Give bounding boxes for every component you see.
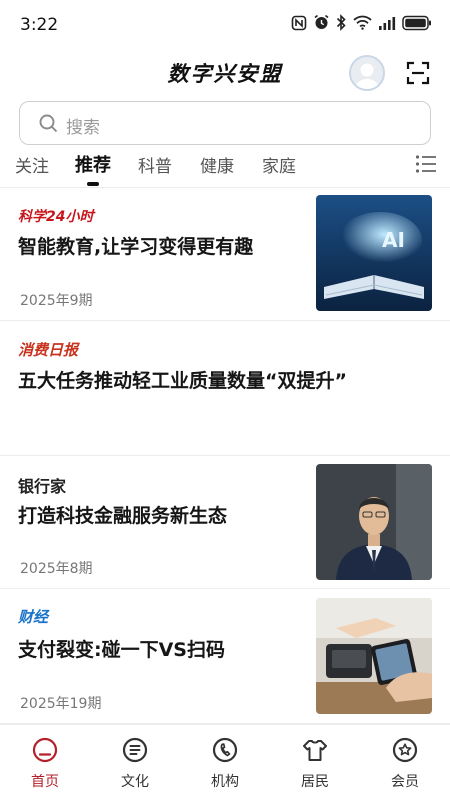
svg-text:AI: AI bbox=[382, 228, 405, 252]
status-time: 3:22 bbox=[20, 15, 59, 35]
tab-tuijian[interactable]: 推荐 bbox=[75, 151, 111, 177]
feed-item[interactable]: 科学24小时 智能教育,让学习变得更有趣 2025年9期 AI bbox=[0, 188, 450, 321]
nav-label: 首页 bbox=[31, 774, 59, 790]
wifi-icon bbox=[353, 15, 372, 30]
feed-item[interactable]: 银行家 打造科技金融服务新生态 2025年8期 bbox=[0, 456, 450, 589]
alarm-icon bbox=[313, 14, 330, 31]
issue-label: 2025年8期 bbox=[20, 561, 93, 577]
source-label: 银行家 bbox=[18, 477, 67, 496]
search-input[interactable]: 搜索 bbox=[19, 101, 431, 145]
article-thumbnail: AI bbox=[316, 195, 432, 311]
headline: 打造科技金融服务新生态 bbox=[18, 505, 228, 527]
headline: 智能教育,让学习变得更有趣 bbox=[18, 236, 254, 258]
nav-label: 机构 bbox=[211, 774, 239, 790]
nav-label: 会员 bbox=[391, 774, 419, 790]
tab-jiating[interactable]: 家庭 bbox=[262, 152, 296, 177]
battery-icon bbox=[402, 15, 432, 31]
nav-culture[interactable]: 文化 bbox=[100, 737, 170, 791]
feed-item[interactable]: 消费日报 五大任务推动轻工业质量数量“双提升” bbox=[0, 321, 450, 456]
nav-label: 居民 bbox=[301, 774, 329, 790]
bluetooth-icon bbox=[336, 14, 347, 31]
source-label: 消费日报 bbox=[18, 341, 79, 359]
avatar-icon[interactable] bbox=[349, 55, 385, 91]
nav-institution[interactable]: 机构 bbox=[190, 737, 260, 791]
tab-guanzhu[interactable]: 关注 bbox=[15, 152, 49, 177]
status-bar: 3:22 bbox=[0, 0, 450, 52]
issue-label: 2025年9期 bbox=[20, 293, 93, 309]
headline: 五大任务推动轻工业质量数量“双提升” bbox=[18, 370, 347, 392]
list-menu-icon[interactable] bbox=[415, 154, 437, 178]
signal-icon bbox=[378, 16, 396, 30]
scan-icon[interactable] bbox=[406, 61, 430, 85]
article-thumbnail bbox=[316, 464, 432, 580]
nfc-icon bbox=[291, 15, 307, 31]
headline: 支付裂变:碰一下VS扫码 bbox=[18, 639, 225, 661]
nav-label: 文化 bbox=[121, 774, 149, 790]
active-tab-indicator bbox=[87, 182, 99, 186]
search-icon bbox=[39, 114, 58, 137]
article-thumbnail bbox=[316, 598, 432, 714]
source-label: 科学24小时 bbox=[18, 209, 94, 225]
tab-kepu[interactable]: 科普 bbox=[138, 152, 172, 177]
app-header: 数字兴安盟 bbox=[0, 52, 450, 96]
category-tabs: 关注 推荐 科普 健康 家庭 bbox=[0, 148, 450, 188]
resident-icon bbox=[302, 737, 328, 763]
feed-item[interactable]: 财经 支付裂变:碰一下VS扫码 2025年19期 bbox=[0, 589, 450, 724]
home-icon bbox=[32, 737, 58, 763]
nav-home[interactable]: 首页 bbox=[10, 737, 80, 791]
issue-label: 2025年19期 bbox=[20, 696, 102, 712]
search-placeholder: 搜索 bbox=[66, 118, 100, 138]
tab-jiankang[interactable]: 健康 bbox=[200, 152, 234, 177]
nav-resident[interactable]: 居民 bbox=[280, 737, 350, 791]
source-label: 财经 bbox=[18, 608, 49, 626]
institution-icon bbox=[212, 737, 238, 763]
bottom-nav: 首页 文化 机构 居民 会员 bbox=[0, 724, 450, 800]
member-icon bbox=[392, 737, 418, 763]
culture-icon bbox=[122, 737, 148, 763]
status-icons bbox=[291, 14, 432, 31]
nav-member[interactable]: 会员 bbox=[370, 737, 440, 791]
